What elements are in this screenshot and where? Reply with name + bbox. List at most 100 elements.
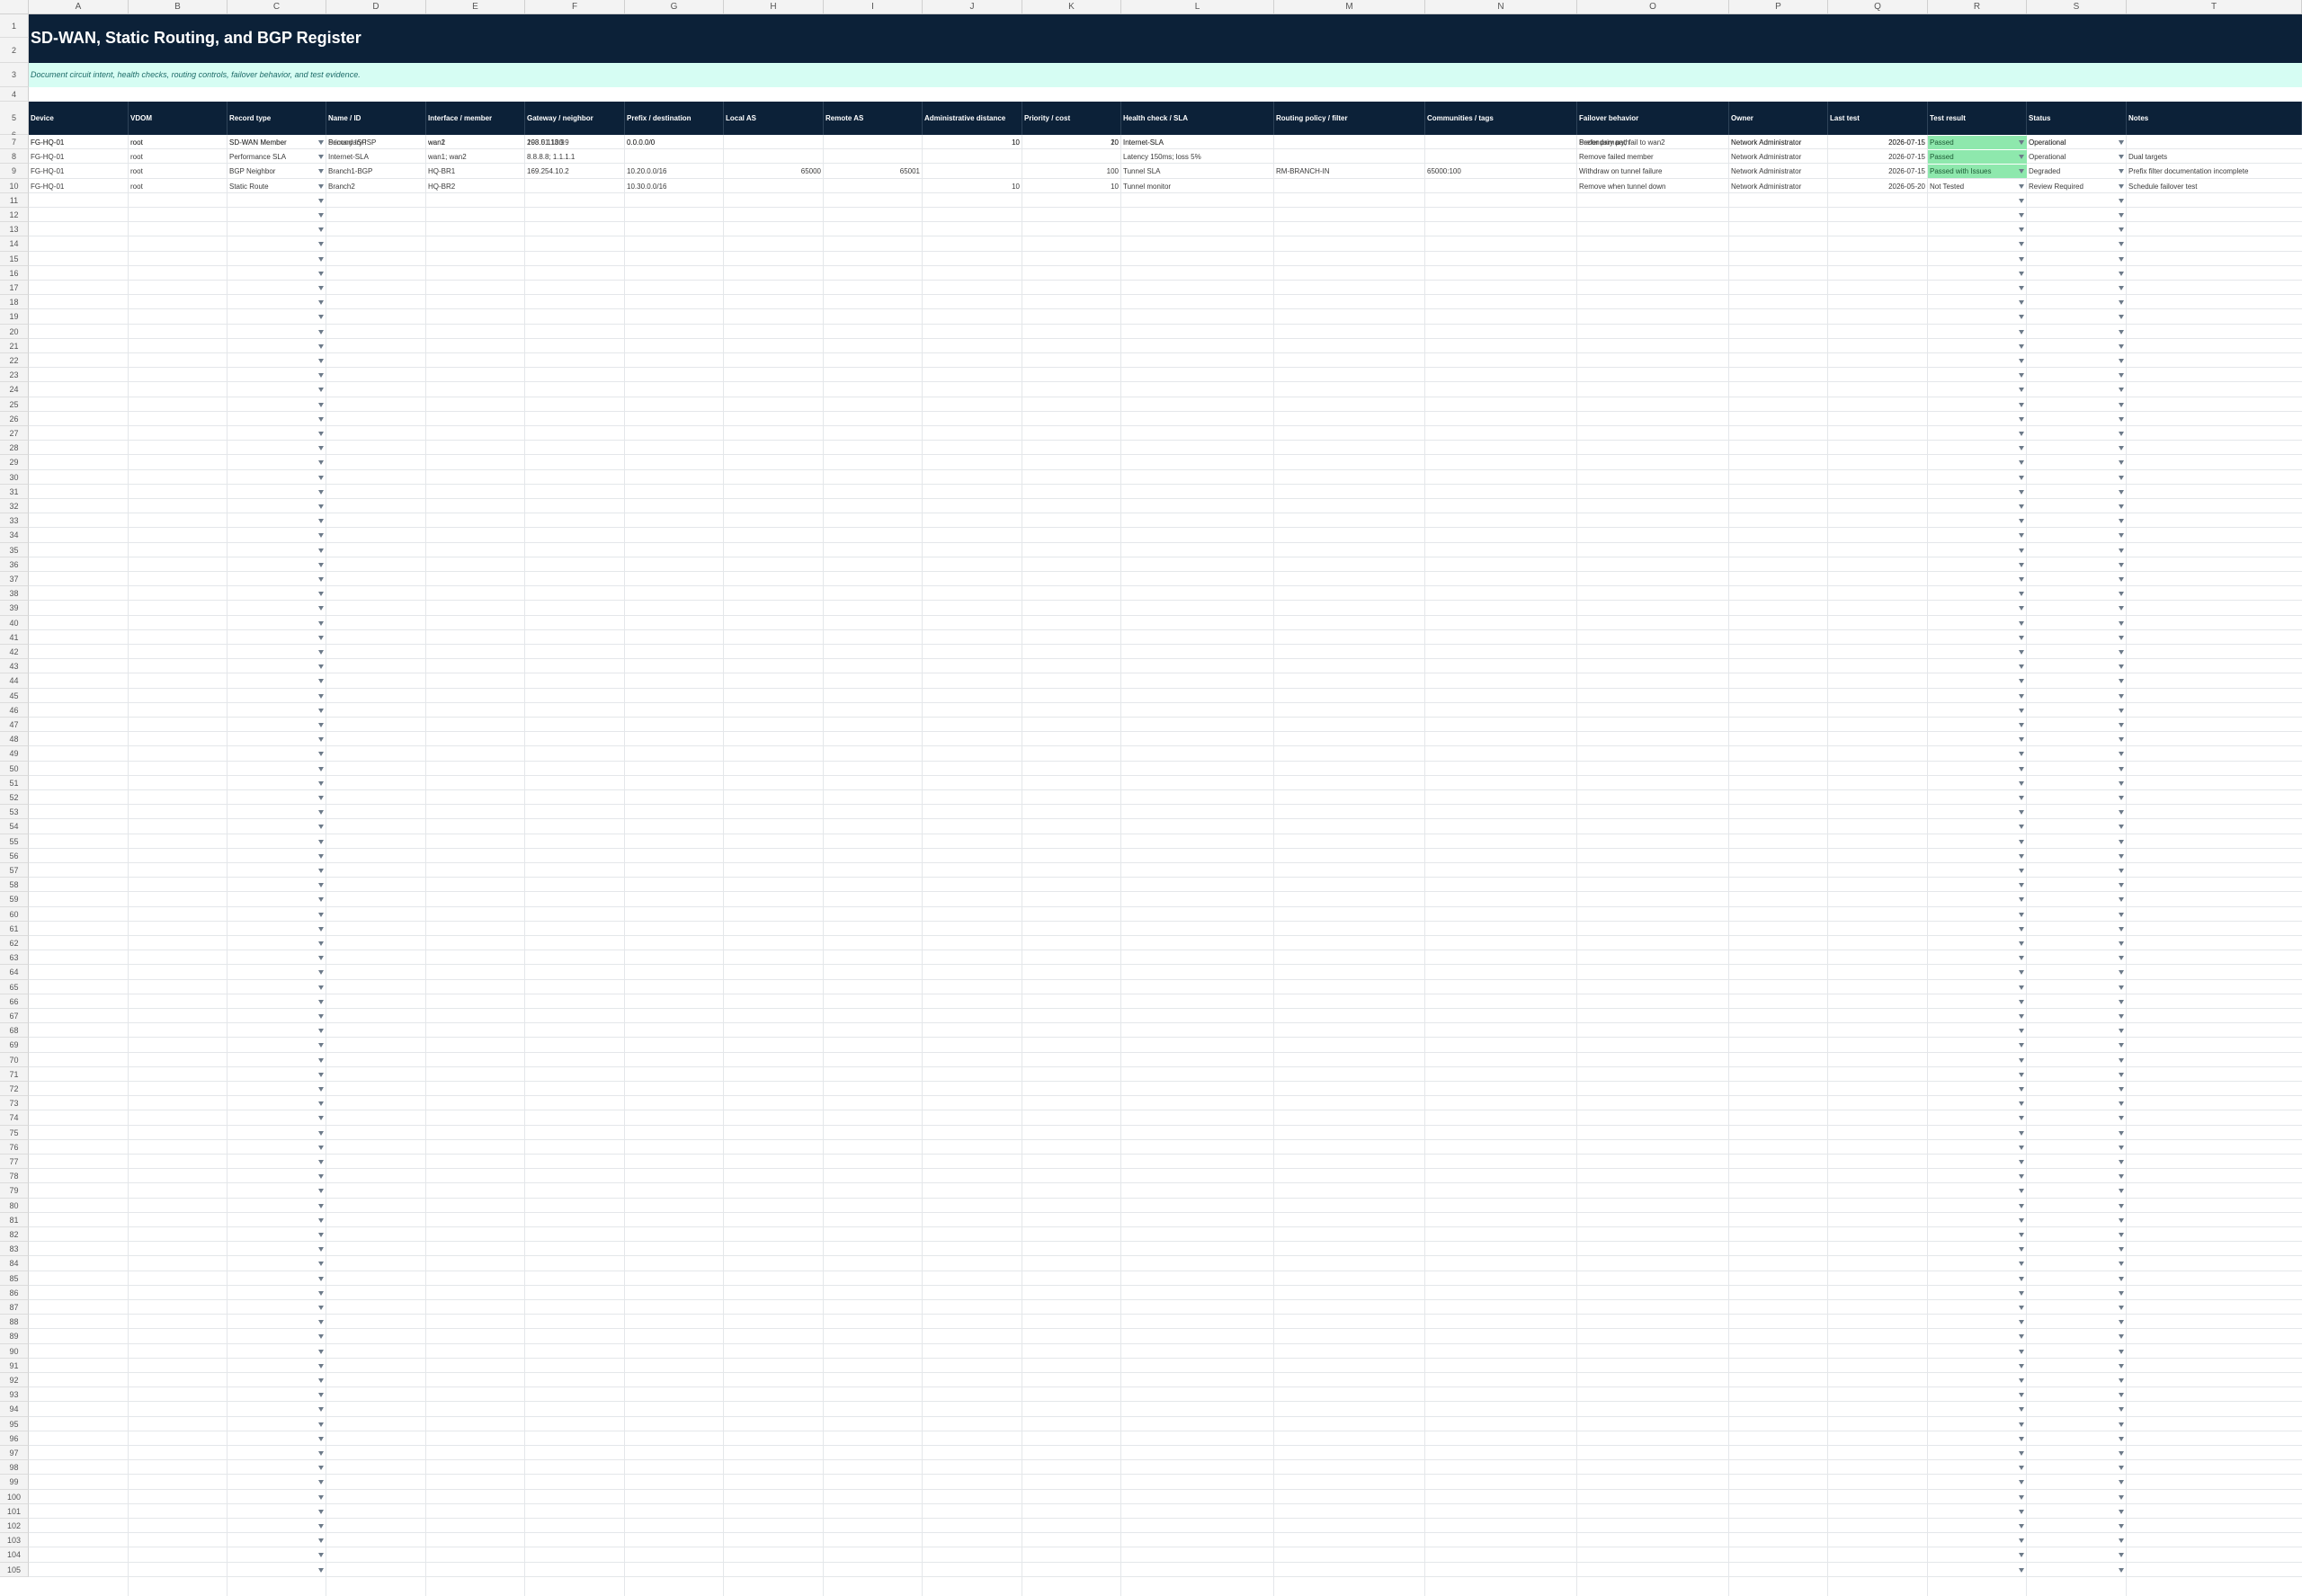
header-record-type[interactable]: Record type: [228, 102, 326, 135]
row-header[interactable]: 70: [0, 1053, 29, 1067]
dropdown-arrow-icon[interactable]: [2019, 636, 2024, 640]
row-header[interactable]: 10: [0, 179, 29, 193]
dropdown-arrow-icon[interactable]: [318, 460, 324, 465]
row-header[interactable]: 3: [0, 63, 29, 87]
cell-q10[interactable]: 2026-05-20: [1828, 180, 1927, 193]
dropdown-arrow-icon[interactable]: [318, 592, 324, 596]
dropdown-arrow-icon[interactable]: [318, 767, 324, 771]
row-header[interactable]: 39: [0, 601, 29, 616]
dropdown-arrow-icon[interactable]: [318, 272, 324, 276]
row-header[interactable]: 7: [0, 135, 29, 149]
header-priority-cost[interactable]: Priority / cost: [1022, 102, 1121, 135]
dropdown-arrow-icon[interactable]: [2019, 359, 2024, 363]
dropdown-arrow-icon[interactable]: [2019, 315, 2024, 319]
dropdown-arrow-icon[interactable]: [2119, 227, 2124, 232]
dropdown-arrow-icon[interactable]: [2119, 592, 2124, 596]
dropdown-arrow-icon[interactable]: [318, 330, 324, 334]
dropdown-arrow-icon[interactable]: [2019, 577, 2024, 582]
dropdown-arrow-icon[interactable]: [2019, 227, 2024, 232]
row-header[interactable]: 85: [0, 1271, 29, 1286]
cell-p10[interactable]: Network Administrator: [1729, 180, 1827, 193]
row-header[interactable]: 69: [0, 1038, 29, 1053]
dropdown-arrow-icon[interactable]: [2119, 1291, 2124, 1296]
dropdown-arrow-icon[interactable]: [318, 679, 324, 683]
column-header-o[interactable]: O: [1577, 0, 1729, 14]
dropdown-arrow-icon[interactable]: [2119, 781, 2124, 786]
cell-q9[interactable]: 2026-07-15: [1828, 165, 1927, 178]
row-header[interactable]: 1: [0, 14, 29, 38]
column-header-r[interactable]: R: [1928, 0, 2027, 14]
dropdown-arrow-icon[interactable]: [2019, 752, 2024, 756]
dropdown-arrow-icon[interactable]: [2019, 1000, 2024, 1004]
row-header[interactable]: 13: [0, 222, 29, 236]
row-header[interactable]: 32: [0, 499, 29, 513]
row-header[interactable]: 34: [0, 528, 29, 543]
row-header[interactable]: 19: [0, 309, 29, 325]
dropdown-arrow-icon[interactable]: [2119, 970, 2124, 975]
cell-r8[interactable]: Passed: [1928, 150, 2027, 164]
column-header-d[interactable]: D: [326, 0, 426, 14]
dropdown-arrow-icon[interactable]: [2019, 913, 2024, 917]
dropdown-arrow-icon[interactable]: [2019, 257, 2024, 262]
header-communities-tags[interactable]: Communities / tags: [1425, 102, 1577, 135]
column-header-k[interactable]: K: [1022, 0, 1121, 14]
dropdown-arrow-icon[interactable]: [2119, 359, 2124, 363]
dropdown-arrow-icon[interactable]: [2119, 810, 2124, 815]
dropdown-arrow-icon[interactable]: [2019, 286, 2024, 290]
dropdown-arrow-icon[interactable]: [2119, 199, 2124, 203]
cell-n10[interactable]: [1425, 180, 1576, 193]
dropdown-arrow-icon[interactable]: [318, 1510, 324, 1514]
column-header-t[interactable]: T: [2127, 0, 2302, 14]
row-header[interactable]: 79: [0, 1183, 29, 1199]
cell-b8[interactable]: root: [129, 150, 227, 164]
cell-s8[interactable]: Operational: [2027, 150, 2126, 164]
dropdown-arrow-icon[interactable]: [2119, 606, 2124, 611]
cell-n9[interactable]: 65000:100: [1425, 165, 1576, 178]
dropdown-arrow-icon[interactable]: [318, 723, 324, 727]
dropdown-arrow-icon[interactable]: [2119, 752, 2124, 756]
row-header[interactable]: 38: [0, 586, 29, 601]
dropdown-arrow-icon[interactable]: [2119, 1101, 2124, 1106]
row-header[interactable]: 99: [0, 1475, 29, 1490]
dropdown-arrow-icon[interactable]: [318, 432, 324, 436]
header-name-id[interactable]: Name / ID: [326, 102, 426, 135]
dropdown-arrow-icon[interactable]: [2019, 300, 2024, 305]
dropdown-arrow-icon[interactable]: [2119, 1350, 2124, 1354]
dropdown-arrow-icon[interactable]: [318, 781, 324, 786]
dropdown-arrow-icon[interactable]: [2019, 504, 2024, 509]
cell-m10[interactable]: [1274, 180, 1424, 193]
dropdown-arrow-icon[interactable]: [2119, 767, 2124, 771]
header-vdom[interactable]: VDOM: [129, 102, 228, 135]
row-header[interactable]: 65: [0, 980, 29, 994]
row-header[interactable]: 101: [0, 1504, 29, 1519]
row-header[interactable]: 33: [0, 513, 29, 528]
dropdown-arrow-icon[interactable]: [2119, 737, 2124, 742]
dropdown-arrow-icon[interactable]: [318, 854, 324, 859]
dropdown-arrow-icon[interactable]: [2019, 1073, 2024, 1077]
dropdown-arrow-icon[interactable]: [2019, 1378, 2024, 1383]
row-header[interactable]: 21: [0, 339, 29, 353]
row-header[interactable]: 100: [0, 1490, 29, 1504]
row-header[interactable]: 18: [0, 295, 29, 309]
cell-p8[interactable]: Network Administrator: [1729, 150, 1827, 164]
dropdown-arrow-icon[interactable]: [2119, 1422, 2124, 1427]
dropdown-arrow-icon[interactable]: [2019, 1029, 2024, 1033]
dropdown-arrow-icon[interactable]: [2019, 694, 2024, 699]
dropdown-arrow-icon[interactable]: [2119, 563, 2124, 567]
row-header[interactable]: 78: [0, 1169, 29, 1183]
row-header[interactable]: 84: [0, 1256, 29, 1271]
row-header[interactable]: 47: [0, 718, 29, 732]
dropdown-arrow-icon[interactable]: [318, 1204, 324, 1208]
row-header[interactable]: 105: [0, 1563, 29, 1577]
cell-j9[interactable]: [923, 165, 1022, 178]
dropdown-arrow-icon[interactable]: [2119, 1277, 2124, 1281]
dropdown-arrow-icon[interactable]: [2119, 840, 2124, 844]
dropdown-arrow-icon[interactable]: [318, 1247, 324, 1252]
row-header[interactable]: 41: [0, 630, 29, 645]
dropdown-arrow-icon[interactable]: [2019, 1131, 2024, 1136]
dropdown-arrow-icon[interactable]: [2019, 1350, 2024, 1354]
sheet-subtitle[interactable]: Document circuit intent, health checks, …: [31, 70, 361, 79]
dropdown-arrow-icon[interactable]: [2119, 1510, 2124, 1514]
cell-i7[interactable]: [824, 136, 922, 149]
cell-k8[interactable]: [1022, 150, 1120, 164]
